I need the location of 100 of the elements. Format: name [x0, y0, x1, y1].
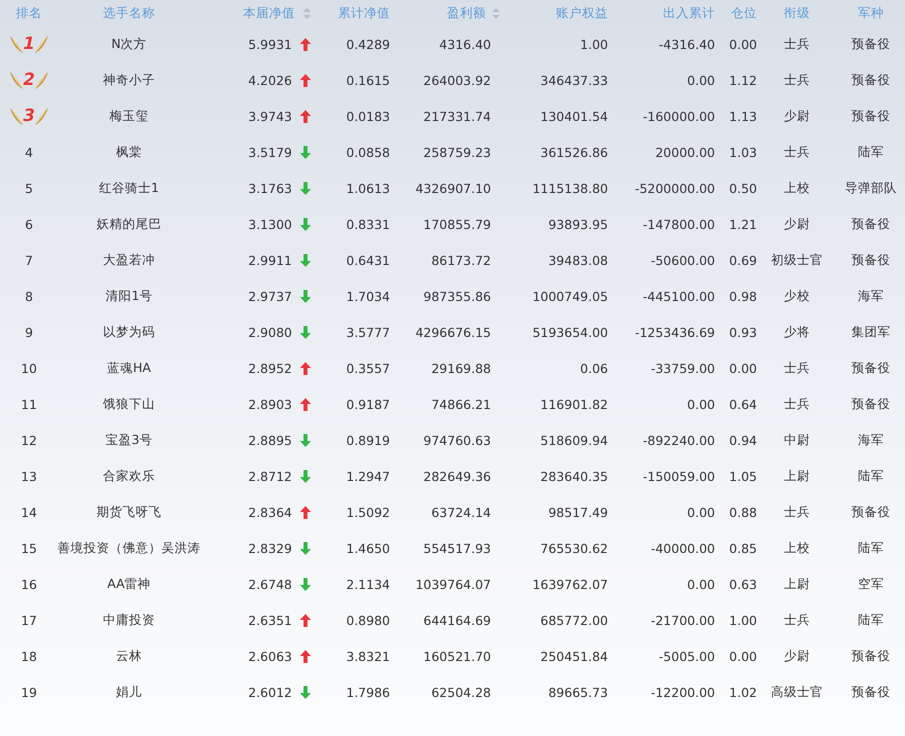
table-cell: 74866.21	[431, 396, 491, 412]
column-header: 衔级	[784, 4, 810, 22]
net-value: 2.9911	[248, 252, 292, 268]
table-cell: 0.3557	[346, 360, 390, 376]
table-cell: 上校	[784, 540, 810, 556]
table-cell: 上尉	[784, 576, 810, 592]
table-cell: 518609.94	[540, 432, 608, 448]
table-cell: 160521.70	[423, 648, 491, 664]
table-cell: 少尉	[784, 108, 810, 124]
table-cell: -1253436.69	[634, 324, 715, 340]
net-value: 2.6012	[248, 684, 292, 700]
player-name: 大盈若冲	[103, 252, 155, 268]
table-cell: 预备役	[852, 108, 890, 124]
table-cell: 1.2947	[346, 468, 390, 484]
table-cell: 1.05	[729, 468, 757, 484]
player-name: 梅玉玺	[110, 108, 148, 124]
table-cell: 中尉	[784, 432, 810, 448]
table-cell: 5193654.00	[532, 324, 608, 340]
table-cell: -150059.00	[642, 468, 715, 484]
table-cell: 预备役	[852, 396, 890, 412]
rank-number: 10	[21, 360, 37, 376]
laurel-badge: 3	[9, 105, 49, 127]
table-cell: 1.7986	[346, 684, 390, 700]
column-header[interactable]: 盈利额	[447, 4, 486, 22]
table-cell: 0.06	[580, 360, 608, 376]
rank-number: 7	[25, 252, 33, 268]
table-cell: 陆军	[858, 144, 884, 160]
table-cell: 1000749.05	[532, 288, 608, 304]
table-cell: -147800.00	[642, 216, 715, 232]
table-cell: 高级士官	[771, 684, 823, 700]
rank-number: 8	[25, 288, 33, 304]
rank-number: 11	[21, 396, 37, 412]
table-cell: 0.00	[729, 360, 757, 376]
table-cell: 1639762.07	[532, 576, 608, 592]
column-header[interactable]: 本届净值	[243, 4, 295, 22]
table-cell: 0.63	[729, 576, 757, 592]
table-cell: 1.21	[729, 216, 757, 232]
net-value: 3.1763	[248, 180, 292, 196]
table-cell: 0.00	[729, 648, 757, 664]
player-name: 中庸投资	[103, 612, 155, 628]
table-cell: 0.00	[729, 36, 757, 52]
table-cell: 1.4650	[346, 540, 390, 556]
net-value: 2.8712	[248, 468, 292, 484]
table-cell: 250451.84	[540, 648, 608, 664]
table-cell: 1.0613	[346, 180, 390, 196]
player-name: N次方	[111, 36, 147, 52]
table-cell: 0.64	[729, 396, 757, 412]
rank-number: 15	[21, 540, 37, 556]
table-cell: 士兵	[784, 360, 810, 376]
player-name: 清阳1号	[106, 288, 152, 304]
table-cell: 0.69	[729, 252, 757, 268]
player-name: 合家欢乐	[103, 468, 155, 484]
table-cell: 98517.49	[548, 504, 608, 520]
player-name: 宝盈3号	[106, 432, 152, 448]
rank-number: 5	[25, 180, 33, 196]
sort-icon[interactable]	[492, 8, 500, 18]
net-value: 2.6351	[248, 612, 292, 628]
table-cell: 0.8980	[346, 612, 390, 628]
rank-number: 6	[25, 216, 33, 232]
table-cell: -50600.00	[650, 252, 715, 268]
rank-number: 9	[25, 324, 33, 340]
table-cell: 644164.69	[423, 612, 491, 628]
rank-number: 4	[25, 144, 33, 160]
table-cell: 0.1615	[346, 72, 390, 88]
table-cell: 4296676.15	[415, 324, 491, 340]
table-cell: 0.00	[687, 576, 715, 592]
rank-number: 12	[21, 432, 37, 448]
player-name: AA雷神	[107, 576, 151, 592]
sort-icon[interactable]	[303, 8, 311, 18]
table-cell: 63724.14	[431, 504, 491, 520]
table-cell: 1.12	[729, 72, 757, 88]
table-cell: -4316.40	[658, 36, 715, 52]
table-cell: 预备役	[852, 648, 890, 664]
table-cell: 预备役	[852, 684, 890, 700]
table-cell: 0.85	[729, 540, 757, 556]
column-header: 累计净值	[338, 4, 390, 22]
table-cell: 0.8331	[346, 216, 390, 232]
table-cell: 1.5092	[346, 504, 390, 520]
table-cell: 士兵	[784, 36, 810, 52]
table-cell: 20000.00	[655, 144, 715, 160]
table-cell: 预备役	[852, 360, 890, 376]
table-cell: 陆军	[858, 468, 884, 484]
table-cell: 4326907.10	[415, 180, 491, 196]
table-cell: 0.00	[687, 396, 715, 412]
table-cell: -5005.00	[658, 648, 715, 664]
table-cell: 空军	[858, 576, 884, 592]
table-cell: 116901.82	[540, 396, 608, 412]
player-name: 红谷骑士1	[99, 180, 159, 196]
table-cell: -40000.00	[650, 540, 715, 556]
table-cell: 0.00	[687, 72, 715, 88]
table-cell: 1.13	[729, 108, 757, 124]
net-value: 2.6063	[248, 648, 292, 664]
table-cell: 987355.86	[423, 288, 491, 304]
table-cell: 93893.95	[548, 216, 608, 232]
table-cell: 765530.62	[540, 540, 608, 556]
table-cell: 少校	[784, 288, 810, 304]
column-header: 军种	[858, 4, 884, 22]
net-value: 2.8364	[248, 504, 292, 520]
table-cell: 62504.28	[431, 684, 491, 700]
table-cell: 海军	[858, 288, 884, 304]
